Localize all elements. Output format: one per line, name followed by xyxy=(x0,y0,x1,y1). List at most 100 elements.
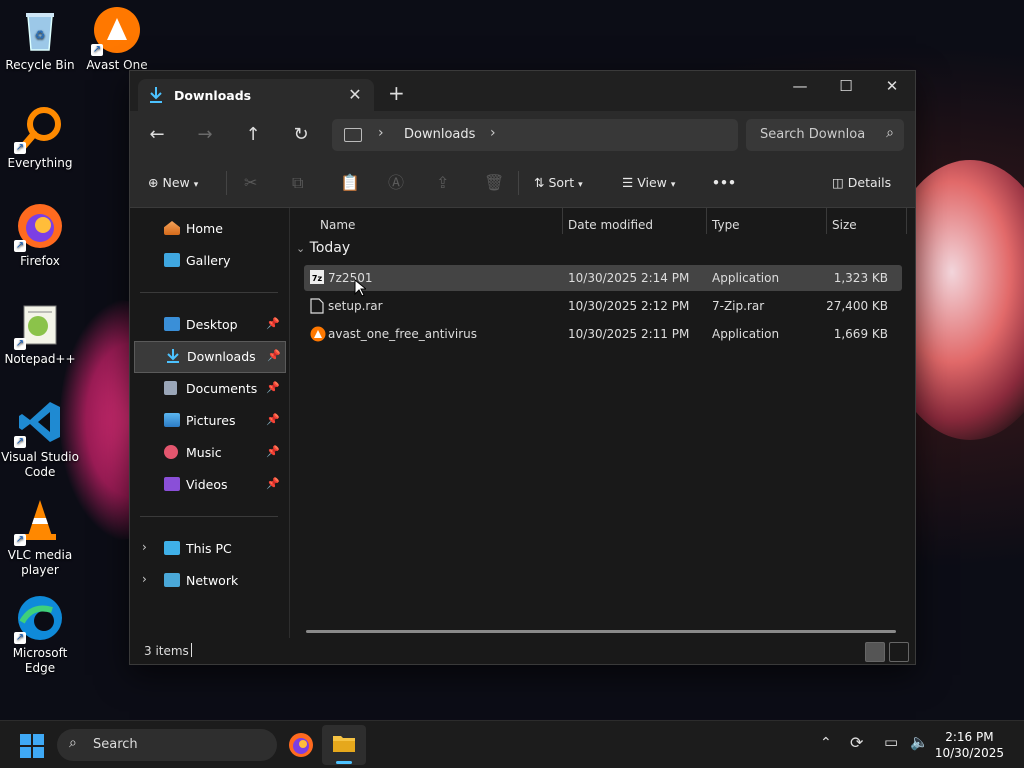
chevron-right-icon[interactable]: › xyxy=(142,540,147,554)
column-divider[interactable] xyxy=(906,208,907,234)
minimize-button[interactable]: — xyxy=(777,71,823,103)
sidebar-item-network[interactable]: › Network xyxy=(134,566,284,596)
divider xyxy=(140,516,278,517)
column-divider[interactable] xyxy=(826,208,827,234)
sidebar-item-documents[interactable]: Documents 📌 xyxy=(134,374,284,404)
column-divider[interactable] xyxy=(706,208,707,234)
forward-arrow-icon[interactable]: → xyxy=(191,123,219,147)
sidebar-item-desktop[interactable]: Desktop 📌 xyxy=(134,310,284,340)
column-header-date-modified[interactable]: Date modified xyxy=(568,218,653,232)
desktop-icon-label: Notepad++ xyxy=(4,352,76,366)
clock[interactable]: 2:16 PM 10/30/2025 xyxy=(935,729,1004,761)
breadcrumb-downloads[interactable]: Downloads xyxy=(404,127,475,142)
file-row-avast-one-free-antivirus[interactable]: avast_one_free_antivirus 10/30/2025 2:11… xyxy=(304,321,902,347)
delete-icon[interactable]: 🗑 xyxy=(484,171,504,195)
pictures-folder-icon xyxy=(164,413,180,427)
desktop-icon-recycle-bin[interactable]: ♻ Recycle Bin xyxy=(0,6,80,73)
mouse-cursor-icon xyxy=(354,279,366,297)
column-header-name[interactable]: Name xyxy=(320,218,355,232)
details-pane-button[interactable]: ◫ Details xyxy=(832,171,891,195)
taskbar-firefox[interactable] xyxy=(288,732,314,758)
column-header-size[interactable]: Size xyxy=(832,218,857,232)
sidebar-item-gallery[interactable]: Gallery xyxy=(134,246,284,276)
search-input[interactable]: Search Downloa xyxy=(760,127,870,142)
rename-icon[interactable]: Ⓐ xyxy=(388,171,404,195)
column-divider[interactable] xyxy=(562,208,563,234)
sidebar-item-label: Desktop xyxy=(186,317,238,332)
chevron-right-icon[interactable]: › xyxy=(490,125,496,141)
desktop-folder-icon xyxy=(164,317,180,331)
group-header-today[interactable]: ⌄ Today xyxy=(296,240,350,256)
tab-downloads[interactable]: Downloads ✕ xyxy=(138,79,374,111)
paste-icon[interactable]: 📋 xyxy=(340,171,360,195)
sidebar-item-this-pc[interactable]: › This PC xyxy=(134,534,284,564)
search-icon: ⌕ xyxy=(69,735,77,751)
file-size: 27,400 KB xyxy=(826,299,888,313)
file-type: Application xyxy=(712,327,780,341)
sidebar-item-music[interactable]: Music 📌 xyxy=(134,438,284,468)
sort-button[interactable]: ⇅ Sort ▾ xyxy=(534,171,583,195)
navigation-bar: ← → ↑ ↻ › Downloads › Search Downloa ⌕ xyxy=(130,111,915,159)
edge-icon: ↗ xyxy=(14,594,64,644)
documents-folder-icon xyxy=(164,381,177,395)
recycle-bin-icon: ♻ xyxy=(16,6,64,54)
share-icon[interactable]: ⇪ xyxy=(436,171,449,195)
details-view-icon[interactable] xyxy=(865,642,885,662)
desktop-icon-everything[interactable]: ↗ Everything xyxy=(0,104,80,171)
7zip-app-icon: 7z xyxy=(310,270,324,286)
title-bar[interactable]: Downloads ✕ + — ☐ ✕ xyxy=(130,71,915,111)
chevron-up-icon[interactable]: ⌃ xyxy=(820,735,832,751)
avast-icon: ↗ xyxy=(91,6,141,56)
desktop-icon-label: VLC media player xyxy=(7,548,73,577)
sidebar-item-label: This PC xyxy=(186,541,232,556)
file-row-setup-rar[interactable]: setup.rar 10/30/2025 2:12 PM 7-Zip.rar 2… xyxy=(304,293,902,319)
refresh-icon[interactable]: ↻ xyxy=(287,123,315,147)
close-tab-icon[interactable]: ✕ xyxy=(344,83,366,107)
cut-icon[interactable]: ✂ xyxy=(244,171,257,195)
sidebar-item-label: Gallery xyxy=(186,253,231,268)
shortcut-arrow-icon: ↗ xyxy=(14,632,26,644)
desktop-icon-firefox[interactable]: ↗ Firefox xyxy=(0,202,80,269)
file-row-7z2501[interactable]: 7z 7z2501 10/30/2025 2:14 PM Application… xyxy=(304,265,902,291)
large-icons-view-icon[interactable] xyxy=(889,642,909,662)
sidebar-item-videos[interactable]: Videos 📌 xyxy=(134,470,284,500)
item-count: 3 items xyxy=(144,644,189,658)
start-button[interactable] xyxy=(20,734,44,758)
shortcut-arrow-icon: ↗ xyxy=(14,142,26,154)
desktop-icon-label: Firefox xyxy=(20,254,60,268)
sidebar-item-pictures[interactable]: Pictures 📌 xyxy=(134,406,284,436)
pin-icon: 📌 xyxy=(266,445,280,458)
volume-muted-icon[interactable]: 🔈 xyxy=(910,733,929,751)
file-type: Application xyxy=(712,271,780,285)
more-options-icon[interactable]: ••• xyxy=(712,171,736,195)
details-pane-icon: ◫ xyxy=(832,175,844,190)
desktop-icon-avast[interactable]: ↗ Avast One xyxy=(77,6,157,73)
chevron-right-icon[interactable]: › xyxy=(142,572,147,586)
new-tab-button[interactable]: + xyxy=(388,83,405,103)
desktop-icon-notepad-plus-plus[interactable]: ↗ Notepad++ xyxy=(0,300,80,367)
desktop-icon-vlc[interactable]: ↗ VLC media player xyxy=(0,496,80,578)
horizontal-scrollbar[interactable] xyxy=(306,630,896,633)
sidebar-item-home[interactable]: Home xyxy=(134,214,284,244)
search-box[interactable]: Search Downloa ⌕ xyxy=(746,119,904,151)
close-window-button[interactable]: ✕ xyxy=(869,71,915,103)
up-arrow-icon[interactable]: ↑ xyxy=(239,123,267,147)
sidebar-item-downloads[interactable]: Downloads 📌 xyxy=(134,341,286,373)
desktop-icon-vscode[interactable]: ↗ Visual Studio Code xyxy=(0,398,80,480)
address-bar[interactable]: › Downloads › xyxy=(332,119,738,151)
column-header-type[interactable]: Type xyxy=(712,218,740,232)
file-name: avast_one_free_antivirus xyxy=(328,327,477,341)
network-status-icon[interactable]: ▭ xyxy=(884,733,898,751)
update-sync-icon[interactable]: ⟳ xyxy=(850,733,863,752)
taskbar-file-explorer[interactable] xyxy=(322,725,366,765)
new-button[interactable]: ⊕ New ▾ xyxy=(148,171,198,195)
chevron-right-icon[interactable]: › xyxy=(378,125,384,141)
back-arrow-icon[interactable]: ← xyxy=(143,123,171,147)
taskbar-search[interactable]: ⌕ Search xyxy=(57,729,277,761)
computer-icon xyxy=(344,128,362,142)
view-button[interactable]: ☰ View ▾ xyxy=(622,171,675,195)
maximize-button[interactable]: ☐ xyxy=(823,71,869,103)
details-label: Details xyxy=(847,175,892,190)
desktop-icon-edge[interactable]: ↗ Microsoft Edge xyxy=(0,594,80,676)
copy-icon[interactable]: ⧉ xyxy=(292,171,303,195)
